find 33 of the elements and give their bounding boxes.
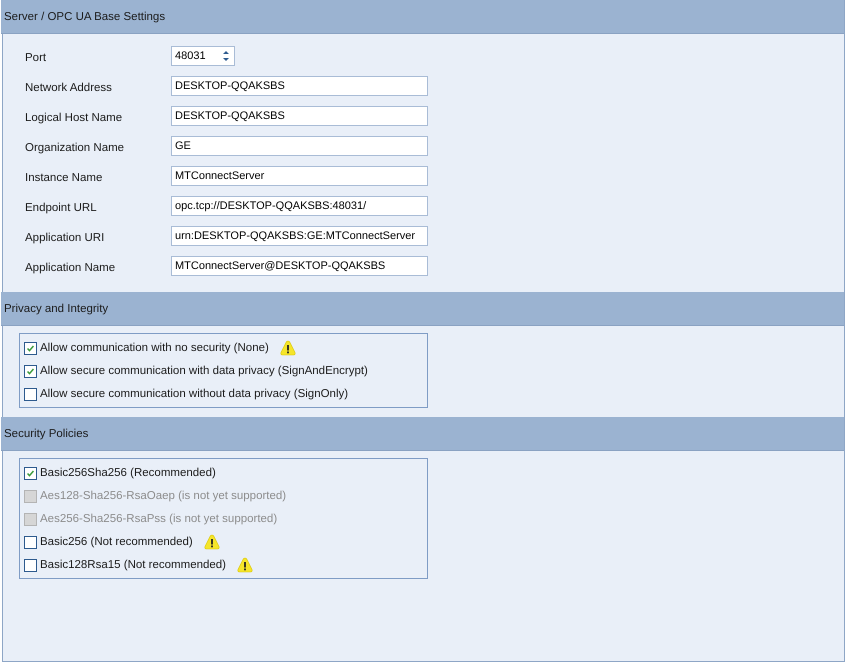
text-field[interactable]: GE <box>171 136 428 156</box>
option-label: Basic256Sha256 (Recommended) <box>40 467 216 479</box>
text-field[interactable]: DESKTOP-QQAKSBS <box>171 106 428 126</box>
section-title: Server / OPC UA Base Settings <box>4 10 166 22</box>
option-label: Allow communication with no security (None) <box>40 342 269 354</box>
section-title: Security Policies <box>4 428 88 440</box>
text-field[interactable]: MTConnectServer <box>171 166 428 186</box>
field-label: Organization Name <box>25 141 126 154</box>
section-title: Privacy and Integrity <box>4 302 108 314</box>
option-label: Aes256-Sha256-RsaPss (is not yet supported) <box>40 513 278 525</box>
checkbox[interactable] <box>24 558 37 572</box>
field-label: Port <box>25 51 48 64</box>
port-spinner[interactable]: 48031 <box>171 46 235 66</box>
checkbox[interactable] <box>24 388 37 400</box>
option-label: Allow secure communication without data privacy (SignOnly) <box>40 388 348 400</box>
field-label: Application URI <box>25 231 106 244</box>
option-label: Basic128Rsa15 (Not recommended) <box>40 559 226 571</box>
field-label: Application Name <box>25 261 116 274</box>
checkbox[interactable] <box>24 342 37 354</box>
checkbox[interactable] <box>24 364 37 378</box>
text-field[interactable]: opc.tcp://DESKTOP-QQAKSBS:48031/ <box>171 196 428 216</box>
option-label: Allow secure communication with data privacy (SignAndEncrypt) <box>40 365 368 377</box>
text-field[interactable]: urn:DESKTOP-QQAKSBS:GE:MTConnectServer <box>171 226 428 246</box>
text-field[interactable]: MTConnectServer@DESKTOP-QQAKSBS <box>171 256 428 276</box>
field-label: Instance Name <box>25 171 104 184</box>
checkbox[interactable] <box>24 536 37 548</box>
text-field[interactable]: DESKTOP-QQAKSBS <box>171 76 428 96</box>
field-label: Logical Host Name <box>25 111 124 124</box>
field-label: Network Address <box>25 81 113 94</box>
option-label: Aes128-Sha256-RsaOaep (is not yet supported) <box>40 490 286 502</box>
checkbox[interactable] <box>24 466 37 480</box>
option-label: Basic256 (Not recommended) <box>40 536 193 548</box>
field-label: Endpoint URL <box>25 201 98 214</box>
